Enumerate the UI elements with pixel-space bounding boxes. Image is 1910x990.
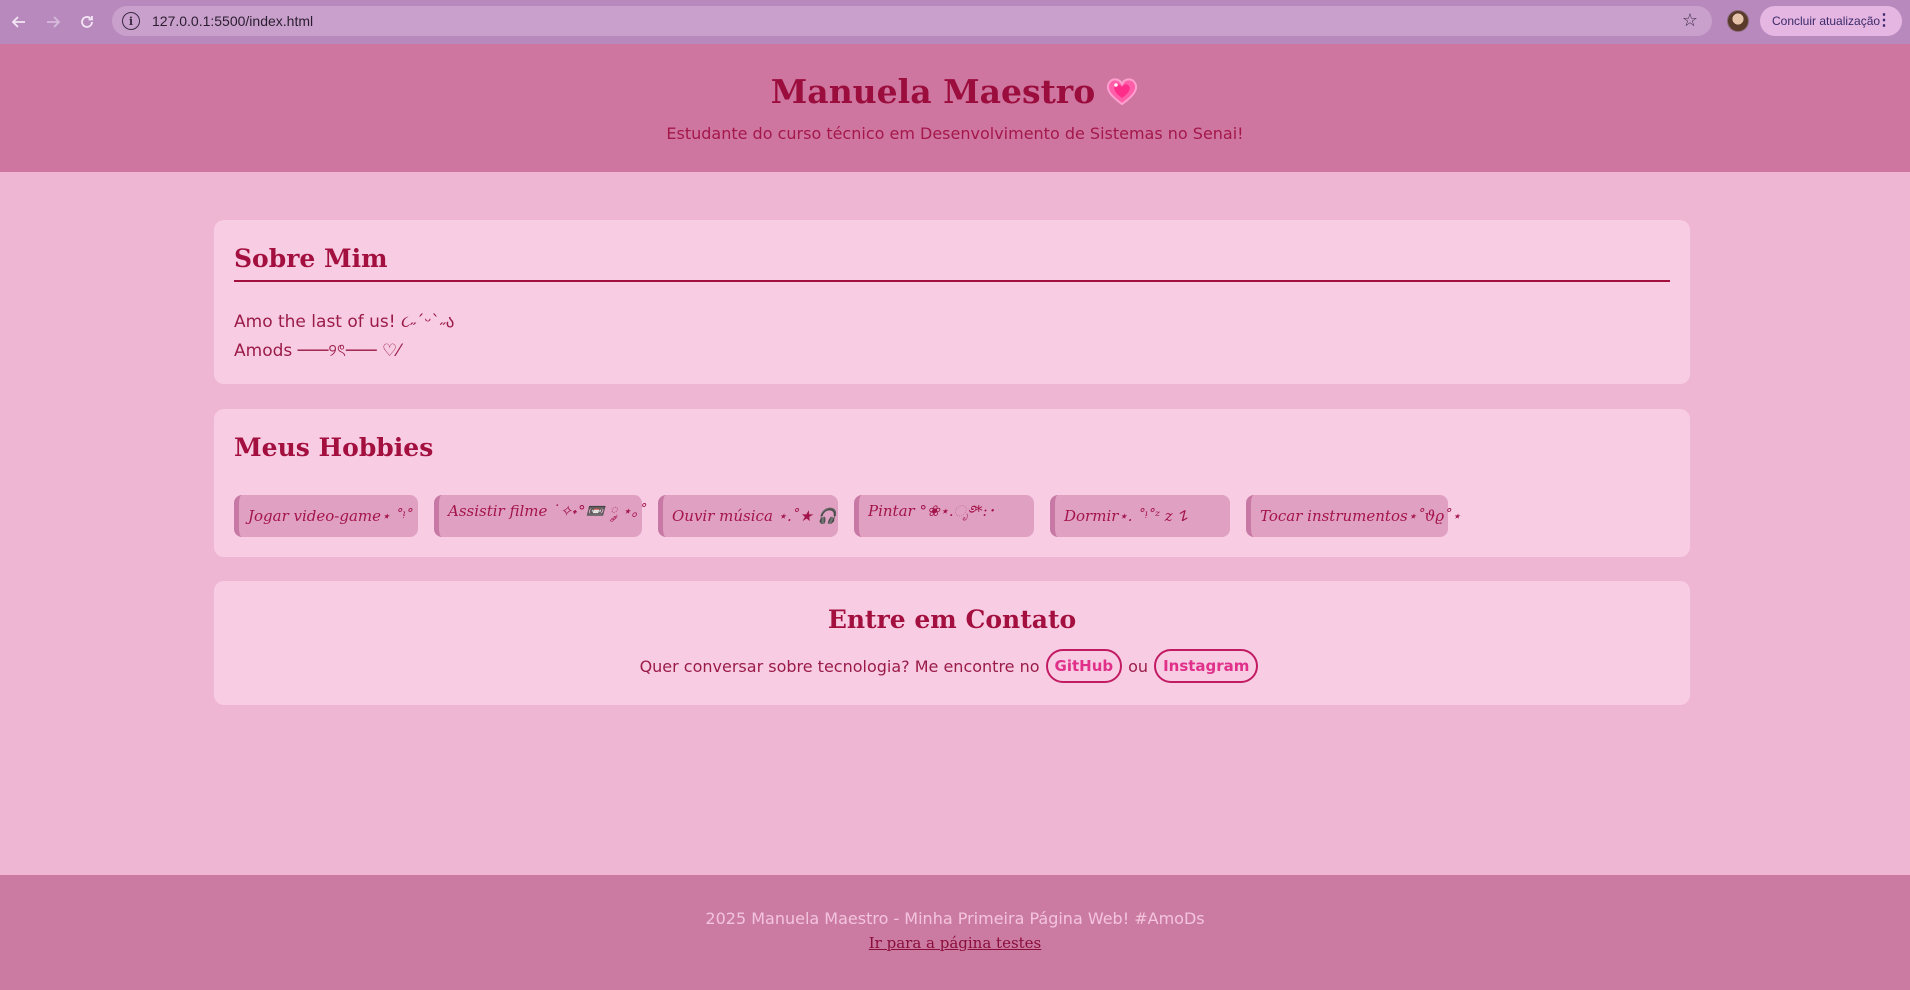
page-title-text: Manuela Maestro <box>770 72 1096 111</box>
about-section: Sobre Mim Amo the last of us! ૮˶ˊᵕˋ˶ა Am… <box>214 220 1690 384</box>
update-button-label: Concluir atualização <box>1772 14 1881 28</box>
hobbies-title: Meus Hobbies <box>234 433 434 462</box>
footer-link-wrapper: Ir para a página testes <box>0 934 1910 952</box>
hobby-item[interactable]: Tocar instrumentos⋆˚𝜗𝜚˚⋆ <box>1246 495 1461 537</box>
reload-icon[interactable] <box>72 7 102 37</box>
hobby-item[interactable]: Assistir filme ˙✧˖°📼 ༘ ⋆｡˚ <box>434 495 646 537</box>
page-title: Manuela Maestro <box>0 72 1910 111</box>
sparkling-heart-icon <box>1107 78 1138 106</box>
github-link[interactable]: GitHub <box>1045 649 1123 683</box>
instagram-link[interactable]: Instagram <box>1154 649 1259 683</box>
about-line: Amo the last of us! ૮˶ˊᵕˋ˶ა <box>234 312 455 332</box>
about-line: Amods ───୨ৎ─── ♡⁄ <box>234 341 401 361</box>
hobby-item[interactable]: Ouvir música ⋆.˚★ 🎧 <box>658 495 838 537</box>
url-text[interactable]: 127.0.0.1:5500/index.html <box>152 13 313 29</box>
page-footer: 2025 Manuela Maestro - Minha Primeira Pá… <box>0 875 1910 990</box>
menu-dots-icon[interactable]: ⋮ <box>1876 10 1892 30</box>
footer-text: 2025 Manuela Maestro - Minha Primeira Pá… <box>705 909 1205 928</box>
address-bar[interactable]: i 127.0.0.1:5500/index.html ☆ <box>112 6 1712 36</box>
contact-text-between: ou <box>1128 656 1149 676</box>
hobbies-section: Meus Hobbies Jogar video-game⋆ ˚ᵎ˚ Assis… <box>214 409 1690 557</box>
update-button[interactable]: Concluir atualização ⋮ <box>1760 6 1902 36</box>
title-divider <box>234 280 1670 282</box>
hobby-item[interactable]: Jogar video-game⋆ ˚ᵎ˚ <box>234 495 418 537</box>
contact-title: Entre em Contato <box>827 605 1077 634</box>
hobby-list: Jogar video-game⋆ ˚ᵎ˚ Assistir filme ˙✧˖… <box>234 495 1464 537</box>
browser-toolbar: i 127.0.0.1:5500/index.html ☆ Concluir a… <box>0 0 1910 44</box>
profile-avatar[interactable] <box>1727 10 1749 32</box>
about-title: Sobre Mim <box>234 244 388 273</box>
contact-section: Entre em Contato Quer conversar sobre te… <box>214 581 1690 705</box>
page-subtitle: Estudante do curso técnico em Desenvolvi… <box>666 124 1244 143</box>
page-header: Manuela Maestro Estudante do curso técni… <box>0 44 1910 172</box>
contact-text: Quer conversar sobre tecnologia? Me enco… <box>214 649 1690 683</box>
forward-arrow-icon[interactable] <box>38 7 68 37</box>
tests-page-link[interactable]: Ir para a página testes <box>869 934 1042 952</box>
hobby-item[interactable]: Pintar °❀⋆.ೃ࿔*:･ <box>854 495 1034 537</box>
about-text: Amo the last of us! ૮˶ˊᵕˋ˶ა Amods ───୨ৎ─… <box>234 308 454 366</box>
back-arrow-icon[interactable] <box>4 7 34 37</box>
contact-text-before: Quer conversar sobre tecnologia? Me enco… <box>639 656 1040 676</box>
bookmark-star-icon[interactable]: ☆ <box>1682 10 1698 31</box>
site-info-icon[interactable]: i <box>122 12 140 30</box>
hobby-item[interactable]: Dormir⋆. ˚ᵎ˚ᶻ z 𐰁 <box>1050 495 1230 537</box>
